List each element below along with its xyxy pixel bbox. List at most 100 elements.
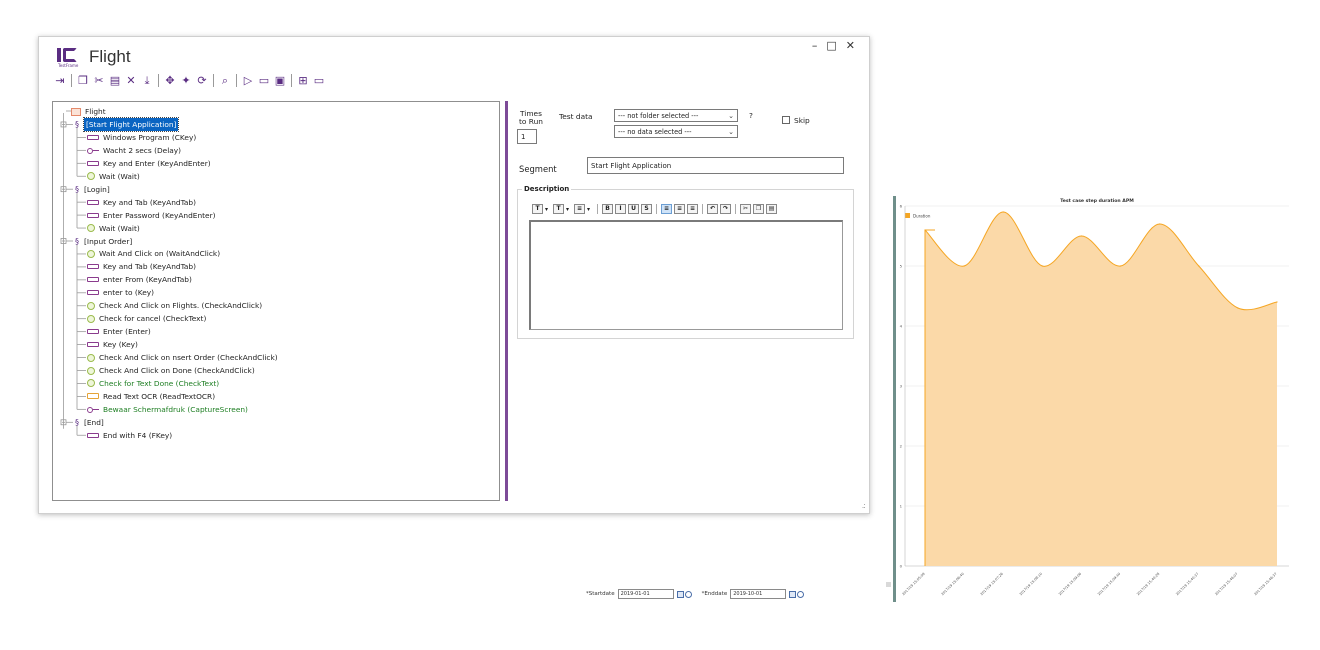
minimize-button[interactable]: – xyxy=(812,39,818,52)
paste-icon[interactable]: ▤ xyxy=(108,73,122,87)
tree-root[interactable]: Flight xyxy=(71,105,106,118)
segment-input[interactable]: Start Flight Application xyxy=(587,157,844,174)
clock-icon[interactable] xyxy=(684,590,692,598)
maximize-button[interactable]: □ xyxy=(826,39,836,52)
italic-icon[interactable]: I xyxy=(615,204,627,214)
tree-step[interactable]: Bewaar Schermafdruk (CaptureScreen) xyxy=(87,403,248,416)
toolbar-separator xyxy=(71,73,72,87)
tree-node-label: Key and Tab (KeyAndTab) xyxy=(103,262,196,272)
delete-icon[interactable]: ✕ xyxy=(124,73,138,87)
tree-segment[interactable]: § [Input Order] xyxy=(74,235,132,248)
redo-icon[interactable]: ↷ xyxy=(720,204,732,214)
tree-node-label: Flight xyxy=(85,107,106,116)
tree-step[interactable]: End with F4 (FKey) xyxy=(87,429,172,442)
tree-step[interactable]: Key and Tab (KeyAndTab) xyxy=(87,260,196,273)
help-icon[interactable]: ? xyxy=(749,111,753,120)
window-icon[interactable]: ▭ xyxy=(312,73,326,87)
color-icon[interactable]: ≡ xyxy=(574,204,586,214)
tree-step[interactable]: Enter (Enter) xyxy=(87,325,151,338)
description-label: Description xyxy=(522,185,572,193)
refresh-icon[interactable]: ⟳ xyxy=(195,73,209,87)
calendar-icon[interactable] xyxy=(789,590,797,598)
dropdown-caret-icon[interactable]: ▾ xyxy=(545,206,548,213)
tree-node-label: [Login] xyxy=(84,184,110,194)
calendar-icon[interactable] xyxy=(676,590,684,598)
play-icon[interactable]: ▣ xyxy=(273,73,287,87)
run-icon[interactable]: ▷ xyxy=(241,73,255,87)
tree-node-label: Bewaar Schermafdruk (CaptureScreen) xyxy=(103,404,248,414)
key-step-icon xyxy=(87,160,99,166)
toolbar-separator xyxy=(158,73,159,87)
strike-icon[interactable]: S xyxy=(641,204,653,214)
search-icon[interactable]: ⌕ xyxy=(218,73,232,87)
record-icon[interactable]: ▭ xyxy=(257,73,271,87)
y-tick-label: 6 xyxy=(900,204,903,209)
tree-step[interactable]: Key and Tab (KeyAndTab) xyxy=(87,196,196,209)
tree-step[interactable]: enter to (Key) xyxy=(87,286,154,299)
data-select[interactable]: --- no data selected --- ⌄ xyxy=(614,125,738,138)
toolbar-separator xyxy=(236,73,237,87)
tree-step[interactable]: Wait And Click on (WaitAndClick) xyxy=(87,247,220,260)
times-to-run-input[interactable]: 1 xyxy=(517,129,537,144)
resize-grip[interactable]: .: xyxy=(862,501,866,510)
import-icon[interactable]: ⤓ xyxy=(140,73,154,87)
enddate-input[interactable]: 2019-10-01 xyxy=(730,589,787,599)
tree-step[interactable]: enter From (KeyAndTab) xyxy=(87,273,192,286)
align-center-icon[interactable]: ≡ xyxy=(674,204,686,214)
align-left-icon[interactable]: ≡ xyxy=(661,204,673,214)
undo-icon[interactable]: ↶ xyxy=(707,204,719,214)
move-icon[interactable]: ✥ xyxy=(163,73,177,87)
close-button[interactable]: ✕ xyxy=(846,39,855,52)
bold-icon[interactable]: B xyxy=(602,204,614,214)
tree-segment[interactable]: § [Start Flight Application] xyxy=(74,116,180,132)
tree-icon[interactable]: ⊞ xyxy=(296,73,310,87)
copy-icon[interactable]: ❐ xyxy=(753,204,765,214)
copy-icon[interactable]: ❐ xyxy=(76,73,90,87)
dropdown-caret-icon[interactable]: ▾ xyxy=(587,206,590,213)
tree-segment[interactable]: § [End] xyxy=(74,416,104,429)
tree-step[interactable]: Check for Text Done (CheckText) xyxy=(87,377,219,390)
paste-icon[interactable]: ▤ xyxy=(766,204,778,214)
tree-step[interactable]: Key (Key) xyxy=(87,338,138,351)
segment-label: Segment xyxy=(519,164,557,174)
data-point xyxy=(1041,265,1043,267)
exit-icon[interactable]: ⇥ xyxy=(53,73,67,87)
tree-node-label: Key and Tab (KeyAndTab) xyxy=(103,197,196,207)
tree-step[interactable]: Wacht 2 secs (Delay) xyxy=(87,144,181,157)
panel-splitter[interactable] xyxy=(505,101,508,501)
tree-step[interactable]: Enter Password (KeyAndEnter) xyxy=(87,209,216,222)
tree-step[interactable]: Wait (Wait) xyxy=(87,222,140,235)
tree-step[interactable]: Check And Click on Flights. (CheckAndCli… xyxy=(87,299,262,312)
tree-step[interactable]: Windows Program (CKey) xyxy=(87,131,196,144)
window-title: Flight xyxy=(89,47,131,66)
tree-step[interactable]: Read Text OCR (ReadTextOCR) xyxy=(87,390,215,403)
tree-node-label: Check for Text Done (CheckText) xyxy=(99,378,220,388)
expand-icon[interactable]: ✦ xyxy=(179,73,193,87)
tree-step[interactable]: Wait (Wait) xyxy=(87,170,140,183)
description-editor[interactable] xyxy=(529,220,843,330)
font-size-icon[interactable]: T xyxy=(553,204,565,214)
cut-icon[interactable]: ✂ xyxy=(740,204,752,214)
folder-select-value: --- not folder selected --- xyxy=(618,111,699,120)
tree-step[interactable]: Check And Click on nsert Order (CheckAnd… xyxy=(87,351,278,364)
tree-step[interactable]: Key and Enter (KeyAndEnter) xyxy=(87,157,211,170)
skip-checkbox[interactable] xyxy=(782,116,790,124)
folder-select[interactable]: --- not folder selected --- ⌄ xyxy=(614,109,738,122)
text-style-icon[interactable]: T xyxy=(532,204,543,214)
tree-segment[interactable]: § [Login] xyxy=(74,183,110,196)
underline-icon[interactable]: U xyxy=(628,204,640,214)
window-controls: – □ ✕ xyxy=(812,39,855,52)
test-tree[interactable]: Flight § [Start Flight Application] Windows… xyxy=(52,101,500,501)
tree-step[interactable]: Check for cancel (CheckText) xyxy=(87,312,206,325)
dropdown-caret-icon[interactable]: ▾ xyxy=(566,206,569,213)
startdate-input[interactable]: 2019-01-01 xyxy=(617,589,674,599)
clock-icon[interactable] xyxy=(797,590,805,598)
y-tick-label: 3 xyxy=(900,384,903,389)
data-point xyxy=(924,229,926,231)
align-right-icon[interactable]: ≡ xyxy=(687,204,699,214)
tree-step[interactable]: Check And Click on Done (CheckAndClick) xyxy=(87,364,255,377)
data-point xyxy=(1080,235,1083,237)
cut-icon[interactable]: ✂ xyxy=(92,73,106,87)
startdate-label: *Startdate xyxy=(586,591,615,597)
segment-icon: § xyxy=(75,184,79,194)
